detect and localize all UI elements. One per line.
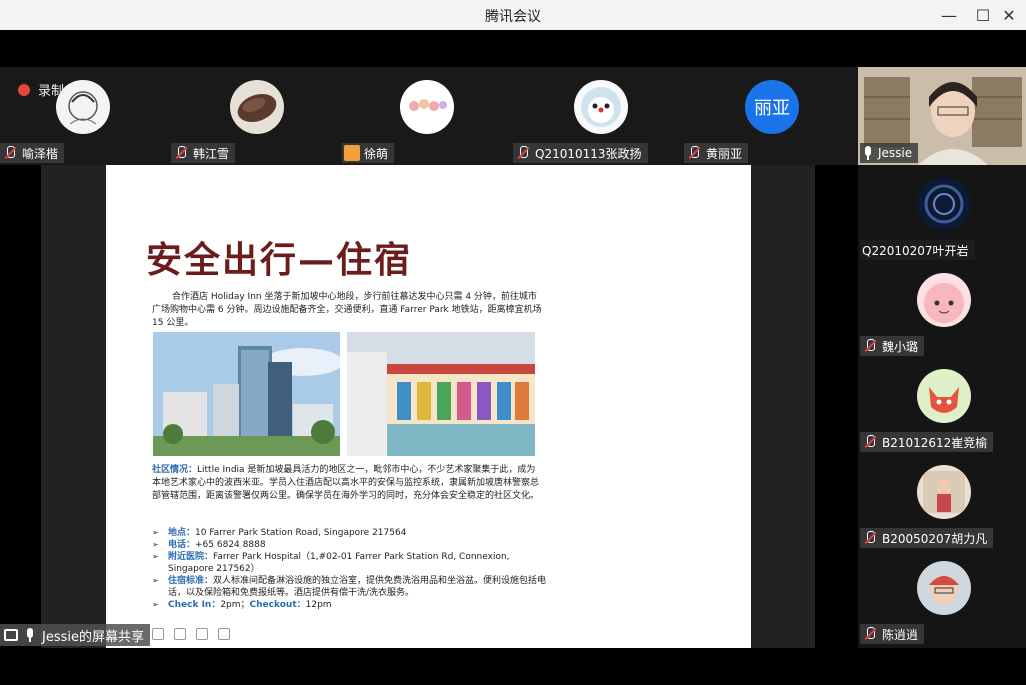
participant-namebar: 黄丽亚 (684, 143, 749, 163)
participant-namebar: Jessie (860, 143, 919, 163)
list-item-label: 附近医院： (168, 552, 214, 562)
list-item: 住宿标准：双人标准间配备淋浴设施的独立浴室，提供免费洗浴用品和坐浴盆。便利设施包… (152, 575, 552, 599)
host-video[interactable]: Jessie (858, 67, 1026, 165)
avatar (917, 561, 971, 615)
participant-tile[interactable]: 喻泽楷 (0, 67, 171, 165)
minimize-button[interactable]: — (932, 0, 966, 30)
mic-muted-icon (515, 145, 531, 161)
close-button[interactable]: ✕ (992, 0, 1026, 30)
participant-sidebar: Jessie Q22010207叶开岩 魏小璐 B21012612崔竞榆 B20… (858, 67, 1026, 648)
community-paragraph: 社区情况：Little India 是新加坡最具活力的地区之一，毗邻市中心，不少… (152, 464, 542, 503)
annotate-icon[interactable] (152, 628, 164, 640)
participant-name: 徐萌 (364, 146, 389, 161)
participant-name: 陈逍逍 (882, 627, 919, 642)
screenshot-icon[interactable] (218, 628, 230, 640)
avatar (917, 369, 971, 423)
checkout-label: Checkout： (249, 600, 306, 610)
participant-namebar: 韩江雪 (171, 143, 236, 163)
list-item-label: 住宿标准： (168, 576, 214, 586)
participant-namebar: 陈逍逍 (860, 624, 925, 644)
list-item-text: 双人标准间配备淋浴设施的独立浴室，提供免费洗浴用品和坐浴盆。便利设施包括电话，以… (168, 576, 547, 598)
mic-muted-icon (862, 626, 878, 642)
avatar-initials: 丽亚 (745, 80, 799, 134)
participant-name: 黄丽亚 (706, 146, 743, 161)
participant-name: 魏小璐 (882, 339, 919, 354)
participant-name: Q22010207叶开岩 (862, 243, 969, 258)
user-placeholder-icon (344, 145, 360, 161)
mic-on-icon (862, 145, 874, 161)
avatar (400, 80, 454, 134)
slide-title: 安全出行—住宿 (146, 239, 413, 281)
list-item: 附近医院：Farrer Park Hospital（1,#02-01 Farre… (152, 551, 552, 575)
mic-muted-icon (173, 145, 189, 161)
pointer-icon[interactable] (196, 628, 208, 640)
avatar (917, 465, 971, 519)
participant-name: 喻泽楷 (22, 146, 59, 161)
avatar (917, 273, 971, 327)
mic-on-icon (24, 627, 36, 643)
meeting-window: 腾讯会议 — ☐ ✕ 录制中 喻泽楷 韩江雪 徐萌 Q21010113张政扬 丽… (0, 0, 1026, 685)
checkout-value: 12pm (305, 600, 332, 610)
participant-namebar: 喻泽楷 (0, 143, 65, 163)
hotel-photo (153, 332, 340, 456)
participant-tile[interactable]: B21012612崔竞榆 (858, 357, 1026, 453)
participant-tile[interactable]: 陈逍逍 (858, 549, 1026, 645)
participant-tile[interactable]: 丽亚 黄丽亚 (684, 67, 855, 165)
participant-tile[interactable]: 韩江雪 (171, 67, 342, 165)
mic-muted-icon (2, 145, 18, 161)
participant-tile[interactable]: B20050207胡力凡 (858, 453, 1026, 549)
participant-namebar: Q22010207叶开岩 (860, 240, 975, 260)
list-item-text: Farrer Park Hospital（1,#02-01 Farrer Par… (168, 552, 510, 574)
link-icon[interactable] (174, 628, 186, 640)
participant-name: Jessie (878, 146, 913, 160)
info-list: 地点：10 Farrer Park Station Road, Singapor… (152, 527, 552, 611)
screen-share-label: Jessie的屏幕共享 (42, 629, 144, 645)
screen-share-icon (4, 629, 18, 641)
annotation-toolbar (152, 628, 230, 640)
screen-share-indicator[interactable]: Jessie的屏幕共享 (0, 624, 150, 646)
participant-namebar: 徐萌 (342, 143, 395, 163)
community-text: Little India 是新加坡最具活力的地区之一，毗邻市中心，不少艺术家聚集… (152, 465, 540, 501)
list-item-text: 10 Farrer Park Station Road, Singapore 2… (195, 528, 407, 538)
slide-intro: 合作酒店 Holiday Inn 坐落于新加坡中心地段，步行前往慕达发中心只需 … (152, 292, 542, 328)
checkin-value: 2pm； (220, 600, 250, 610)
mic-muted-icon (862, 434, 878, 450)
participant-name: B20050207胡力凡 (882, 531, 988, 546)
avatar (917, 177, 971, 231)
shared-slide: 安全出行—住宿 合作酒店 Holiday Inn 坐落于新加坡中心地段，步行前往… (106, 165, 751, 648)
participant-strip: 录制中 喻泽楷 韩江雪 徐萌 Q21010113张政扬 丽亚 黄丽亚 (0, 67, 858, 165)
participant-namebar: B20050207胡力凡 (860, 528, 994, 548)
participant-namebar: Q21010113张政扬 (513, 143, 648, 163)
participant-name: 韩江雪 (193, 146, 230, 161)
window-title: 腾讯会议 (485, 9, 541, 25)
participant-tile[interactable]: Q22010207叶开岩 (858, 165, 1026, 261)
participant-name: Q21010113张政扬 (535, 146, 642, 161)
screen-share-area: 安全出行—住宿 合作酒店 Holiday Inn 坐落于新加坡中心地段，步行前往… (41, 165, 815, 648)
participant-namebar: 魏小璐 (860, 336, 925, 356)
list-item: 地点：10 Farrer Park Station Road, Singapor… (152, 527, 552, 539)
list-item: 电话：+65 6824 8888 (152, 539, 552, 551)
community-label: 社区情况： (152, 465, 198, 475)
list-item: Check In：2pm；Checkout：12pm (152, 599, 552, 611)
title-bar: 腾讯会议 — ☐ ✕ (0, 0, 1026, 30)
mic-muted-icon (686, 145, 702, 161)
participant-name: B21012612崔竞榆 (882, 435, 988, 450)
mic-muted-icon (862, 530, 878, 546)
participant-tile[interactable]: Q21010113张政扬 (513, 67, 684, 165)
participant-tile[interactable]: 魏小璐 (858, 261, 1026, 357)
mic-muted-icon (862, 338, 878, 354)
participant-namebar: B21012612崔竞榆 (860, 432, 994, 452)
participant-tile[interactable]: 徐萌 (342, 67, 513, 165)
checkin-label: Check In： (168, 600, 221, 610)
avatar (574, 80, 628, 134)
little-india-photo (347, 332, 535, 456)
avatar (56, 80, 110, 134)
avatar (230, 80, 284, 134)
list-item-label: 电话： (168, 540, 196, 550)
list-item-label: 地点： (168, 528, 196, 538)
list-item-text: +65 6824 8888 (195, 540, 266, 550)
